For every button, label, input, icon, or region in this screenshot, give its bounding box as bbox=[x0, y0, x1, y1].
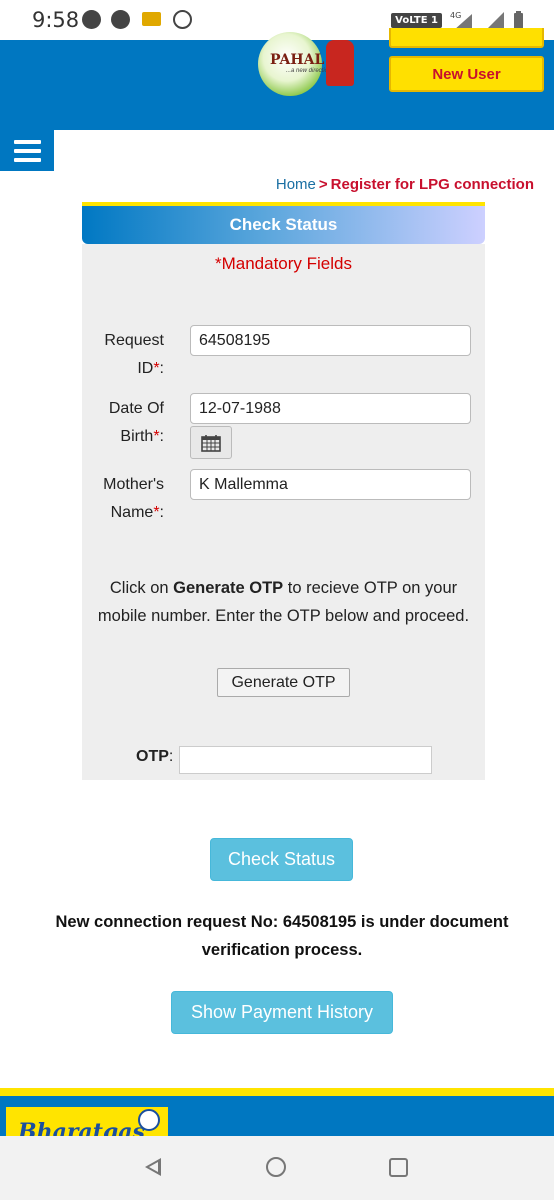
footer-divider bbox=[0, 1088, 554, 1096]
breadcrumb-current: Register for LPG connection bbox=[330, 176, 534, 193]
logo-subtitle: ...a new direction bbox=[286, 68, 332, 74]
pahal-logo: PAHAL ...a new direction bbox=[248, 32, 354, 100]
bpcl-emblem-icon bbox=[138, 1109, 160, 1131]
volte-badge: VoLTE 1 bbox=[391, 12, 442, 28]
chat-notification-icon bbox=[111, 10, 130, 29]
panel-title: Check Status bbox=[82, 206, 485, 244]
menu-button[interactable] bbox=[0, 130, 54, 171]
bharatgas-logo: Bharatgas bbox=[6, 1107, 168, 1136]
network-type-label: 4G bbox=[450, 11, 461, 20]
mail-notification-icon bbox=[142, 12, 161, 26]
otp-instructions-bold: Generate OTP bbox=[173, 579, 284, 597]
hamburger-icon-bar bbox=[13, 148, 41, 153]
mother-name-label: Mother's Name*: bbox=[103, 476, 164, 521]
lpg-cylinder-icon bbox=[326, 40, 354, 86]
recent-apps-icon[interactable] bbox=[389, 1158, 408, 1177]
request-id-label: Request ID*: bbox=[104, 332, 164, 377]
generate-otp-button[interactable]: Generate OTP bbox=[217, 668, 350, 697]
app-notification-icon bbox=[173, 10, 192, 29]
status-result-message: New connection request No: 64508195 is u… bbox=[55, 913, 509, 959]
breadcrumb-separator: > bbox=[318, 176, 328, 193]
back-icon-inner bbox=[149, 1162, 158, 1172]
system-nav-bar bbox=[0, 1136, 554, 1200]
hamburger-icon-bar bbox=[13, 139, 41, 144]
new-user-button[interactable]: New User bbox=[389, 56, 544, 92]
dob-label: Date Of Birth*: bbox=[108, 400, 164, 445]
header-top-button[interactable] bbox=[389, 28, 544, 48]
messages-notification-icon bbox=[82, 10, 101, 29]
signal-4g-icon: 4G bbox=[450, 11, 472, 30]
breadcrumb: Home > Register for LPG connection bbox=[276, 176, 534, 193]
calendar-icon bbox=[201, 434, 221, 452]
signal-icon bbox=[486, 12, 504, 30]
hamburger-icon-bar bbox=[13, 157, 41, 162]
otp-instructions: Click on Generate OTP to recieve OTP on … bbox=[97, 579, 470, 625]
breadcrumb-home-link[interactable]: Home bbox=[276, 176, 316, 193]
status-indicators: VoLTE 1 4G bbox=[391, 10, 524, 30]
logo-title: PAHAL bbox=[270, 52, 325, 68]
status-time: 9:58 bbox=[32, 8, 80, 32]
home-icon[interactable] bbox=[266, 1157, 286, 1177]
bharatgas-logo-text: Bharatgas bbox=[18, 1119, 145, 1136]
otp-label: OTP: bbox=[136, 748, 174, 765]
mandatory-note: *Mandatory Fields bbox=[214, 254, 352, 273]
dob-input[interactable] bbox=[190, 393, 471, 424]
battery-icon bbox=[514, 11, 523, 30]
otp-input[interactable] bbox=[179, 746, 432, 774]
calendar-button[interactable] bbox=[190, 426, 232, 459]
check-status-button[interactable]: Check Status bbox=[210, 838, 353, 881]
mother-name-input[interactable] bbox=[190, 469, 471, 500]
show-payment-history-button[interactable]: Show Payment History bbox=[171, 991, 393, 1034]
request-id-input[interactable] bbox=[190, 325, 471, 356]
check-status-form: *Mandatory Fields Request ID*: Date Of B… bbox=[82, 244, 485, 780]
